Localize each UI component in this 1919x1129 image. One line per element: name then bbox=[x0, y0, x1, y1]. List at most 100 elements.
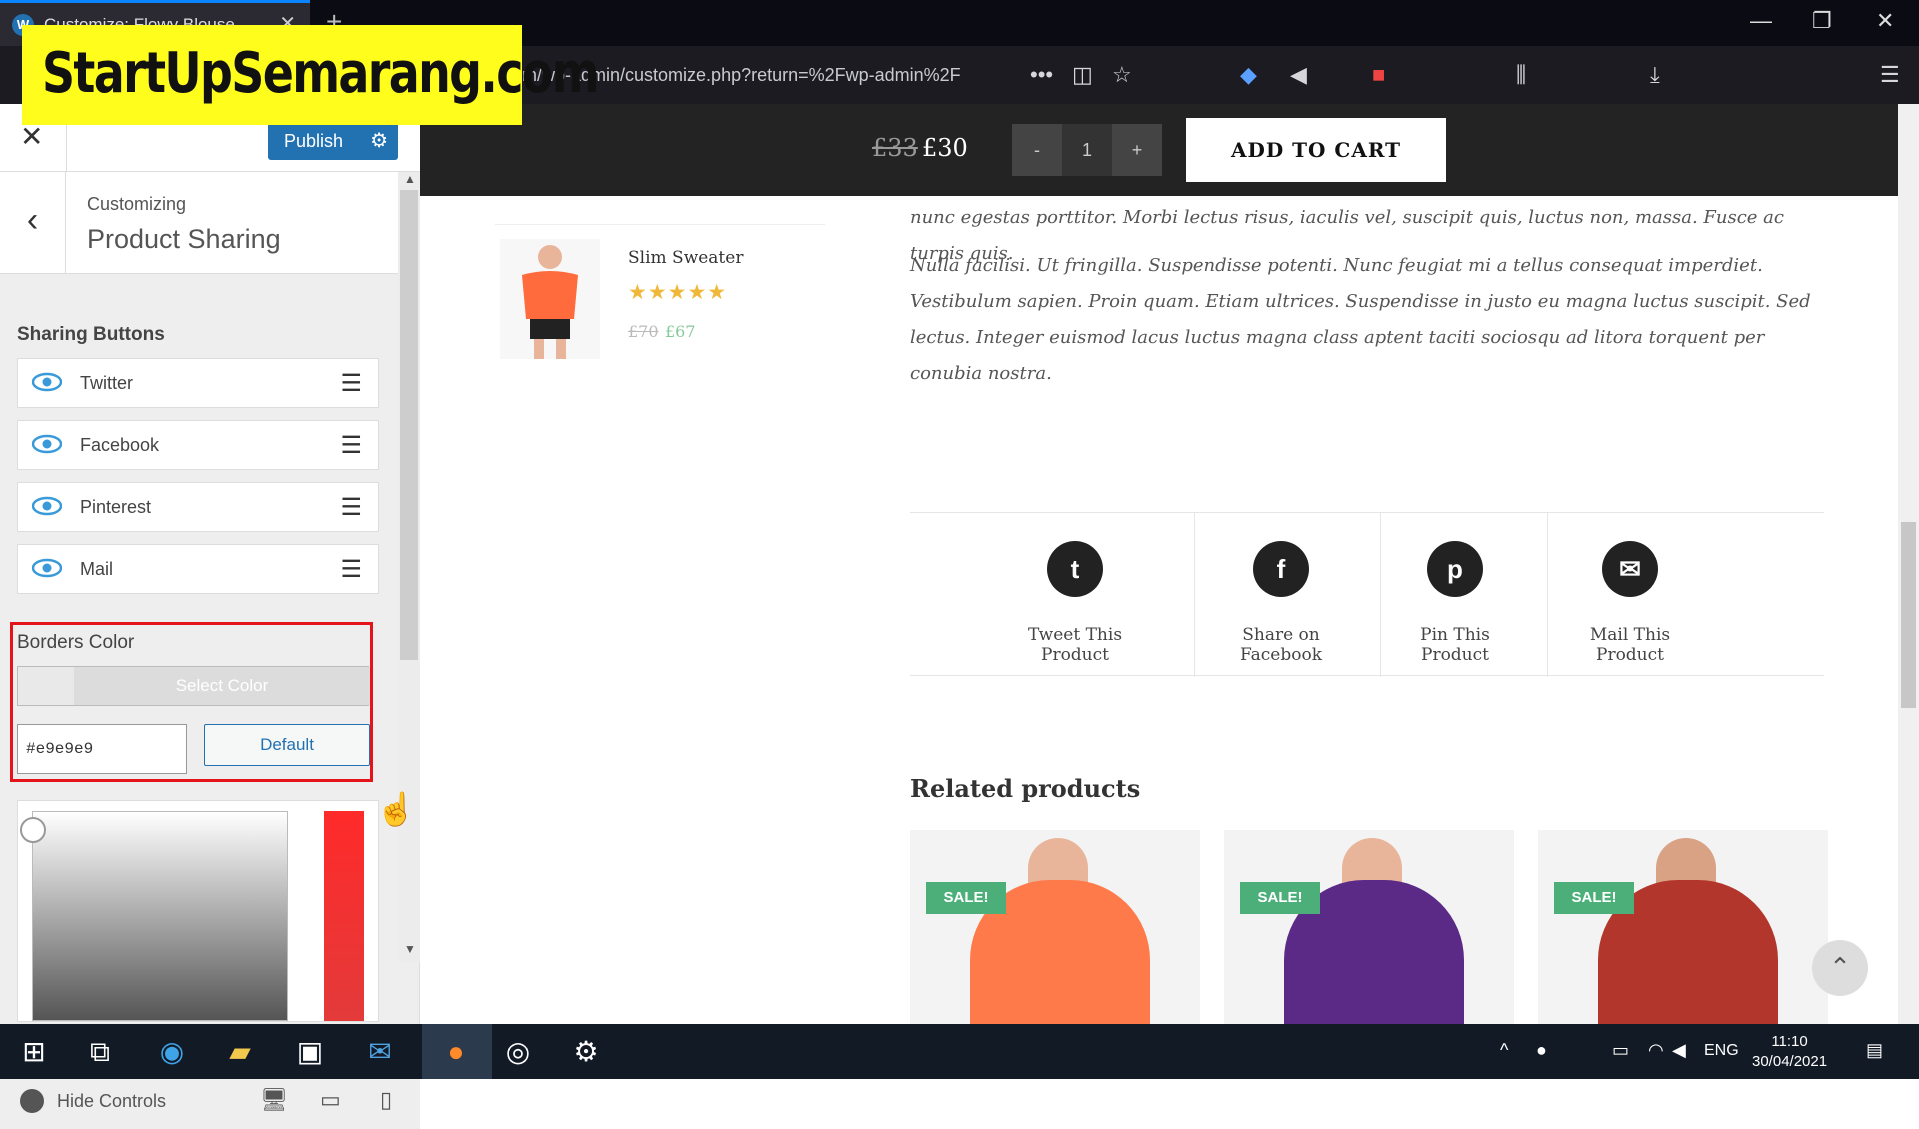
drag-handle-icon[interactable]: ☰ bbox=[340, 555, 362, 584]
facebook-icon[interactable]: f bbox=[1253, 541, 1309, 597]
volume-icon[interactable]: ◀ bbox=[1672, 1040, 1686, 1061]
scrollbar-thumb[interactable] bbox=[1901, 522, 1916, 708]
scroll-down-icon[interactable]: ▼ bbox=[404, 942, 416, 956]
product-thumbnail[interactable] bbox=[500, 239, 600, 359]
default-button[interactable]: Default bbox=[204, 724, 370, 766]
preview-scrollbar[interactable] bbox=[1898, 104, 1919, 1024]
bookmark-star-icon[interactable]: ☆ bbox=[1112, 62, 1132, 88]
task-view-icon[interactable]: ⧉ bbox=[82, 1034, 118, 1070]
speaker-icon[interactable]: ◀ bbox=[1290, 62, 1307, 88]
clock[interactable]: 11:10 30/04/2021 bbox=[1752, 1032, 1827, 1072]
mail-icon[interactable]: ✉ bbox=[362, 1034, 398, 1070]
sale-badge: SALE! bbox=[926, 882, 1006, 914]
drag-handle-icon[interactable]: ☰ bbox=[340, 369, 362, 398]
picker-handle[interactable] bbox=[20, 817, 46, 843]
related-products-heading: Related products bbox=[910, 774, 1141, 803]
sale-badge: SALE! bbox=[1554, 882, 1634, 914]
twitter-icon[interactable]: t bbox=[1047, 541, 1103, 597]
eye-icon[interactable] bbox=[32, 495, 62, 517]
share-label: Pin This Product bbox=[1420, 625, 1490, 665]
gear-icon[interactable]: ⚙ bbox=[370, 122, 388, 160]
share-twitter[interactable]: t Tweet This Product bbox=[1010, 513, 1140, 677]
back-to-top-icon[interactable]: ⌃ bbox=[1812, 940, 1868, 996]
scrollbar-thumb[interactable] bbox=[400, 190, 418, 660]
share-pinterest[interactable]: p Pin This Product bbox=[1390, 513, 1520, 677]
share-label: Tweet This Product bbox=[1027, 625, 1123, 665]
color-swatch[interactable] bbox=[18, 667, 74, 705]
sticky-cart-bar: £33 £30 - 1 + ADD TO CART bbox=[420, 104, 1898, 196]
edge-icon[interactable]: ◉ bbox=[154, 1034, 190, 1070]
quantity-increase-button[interactable]: + bbox=[1112, 124, 1162, 176]
language-indicator[interactable]: ENG bbox=[1704, 1042, 1739, 1060]
settings-gear-icon[interactable]: ⚙ bbox=[568, 1034, 604, 1070]
mail-icon[interactable]: ✉ bbox=[1602, 541, 1658, 597]
drag-handle-icon[interactable]: ☰ bbox=[340, 431, 362, 460]
add-to-cart-button[interactable]: ADD TO CART bbox=[1186, 118, 1446, 182]
library-icon[interactable]: ⫼ bbox=[1516, 62, 1526, 88]
scroll-up-icon[interactable]: ▲ bbox=[404, 172, 416, 186]
related-product-card[interactable]: SALE! bbox=[1224, 830, 1514, 1024]
mobile-preview-icon[interactable]: ▯ bbox=[380, 1087, 392, 1113]
pinterest-icon[interactable]: p bbox=[1427, 541, 1483, 597]
sharing-item-pinterest[interactable]: Pinterest ☰ bbox=[17, 482, 379, 532]
description-paragraph: Nulla facilisi. Ut fringilla. Suspendiss… bbox=[910, 255, 1811, 384]
sharing-item-facebook[interactable]: Facebook ☰ bbox=[17, 420, 379, 470]
color-picker[interactable] bbox=[17, 800, 379, 1022]
extension-icon[interactable]: ◆ bbox=[1240, 62, 1257, 88]
chevron-up-icon[interactable]: ^ bbox=[1500, 1040, 1508, 1061]
sharing-item-label: Pinterest bbox=[80, 497, 152, 517]
rating-stars: ★★★★★ bbox=[628, 281, 728, 304]
restore-icon[interactable]: ❐ bbox=[1812, 8, 1832, 34]
eye-icon[interactable] bbox=[32, 371, 62, 393]
quantity-input[interactable]: 1 bbox=[1062, 124, 1112, 176]
product-name[interactable]: Slim Sweater bbox=[628, 248, 743, 268]
collapse-icon[interactable] bbox=[20, 1089, 44, 1113]
publish-button[interactable]: Publish ⚙ bbox=[268, 122, 398, 160]
hamburger-menu-icon[interactable]: ☰ bbox=[1880, 62, 1900, 88]
share-mail[interactable]: ✉ Mail This Product bbox=[1560, 513, 1700, 677]
pocket-icon[interactable]: ◫ bbox=[1072, 62, 1093, 88]
file-explorer-icon[interactable]: ▰ bbox=[222, 1034, 258, 1070]
saturation-area[interactable] bbox=[32, 811, 288, 1021]
page-actions-icon[interactable]: ••• bbox=[1030, 62, 1053, 88]
share-label: Mail This Product bbox=[1589, 625, 1671, 665]
sale-badge: SALE! bbox=[1240, 882, 1320, 914]
obs-icon[interactable]: ◎ bbox=[500, 1034, 536, 1070]
battery-icon[interactable]: ▭ bbox=[1612, 1040, 1629, 1061]
firefox-icon[interactable]: ● bbox=[438, 1034, 474, 1070]
download-icon[interactable]: ⤓ bbox=[1650, 62, 1660, 88]
share-label: Share on Facebook bbox=[1239, 625, 1322, 665]
sidebar-scrollbar[interactable]: ▲ ▼ bbox=[398, 172, 420, 962]
sharing-item-mail[interactable]: Mail ☰ bbox=[17, 544, 379, 594]
tablet-preview-icon[interactable]: ▭ bbox=[320, 1087, 341, 1113]
related-product-card[interactable]: SALE! bbox=[910, 830, 1200, 1024]
sharing-item-label: Twitter bbox=[80, 373, 134, 393]
customizer-sidebar: ✕ Publish ⚙ ‹ Customizing Product Sharin… bbox=[0, 104, 420, 1129]
clock-date: 30/04/2021 bbox=[1752, 1053, 1828, 1070]
sharing-item-twitter[interactable]: Twitter ☰ bbox=[17, 358, 379, 408]
select-color-button[interactable]: Select Color bbox=[17, 666, 370, 706]
price-old: £33 bbox=[872, 134, 918, 162]
store-icon[interactable]: ▣ bbox=[292, 1034, 328, 1070]
wifi-icon[interactable]: ◠ bbox=[1648, 1040, 1664, 1061]
drag-handle-icon[interactable]: ☰ bbox=[340, 493, 362, 522]
quantity-decrease-button[interactable]: - bbox=[1012, 124, 1062, 176]
extension-icon[interactable]: ■ bbox=[1372, 62, 1385, 88]
eye-icon[interactable] bbox=[32, 557, 62, 579]
hex-color-input[interactable] bbox=[17, 724, 187, 774]
related-product-card[interactable]: SALE! bbox=[1538, 830, 1828, 1024]
eye-icon[interactable] bbox=[32, 433, 62, 455]
notifications-icon[interactable]: ▤ bbox=[1866, 1040, 1883, 1061]
microphone-icon[interactable]: ● bbox=[1536, 1040, 1547, 1061]
hide-controls-button[interactable]: Hide Controls bbox=[57, 1091, 166, 1112]
share-facebook[interactable]: f Share on Facebook bbox=[1206, 513, 1356, 677]
divider bbox=[1547, 513, 1548, 677]
start-icon[interactable]: ⊞ bbox=[16, 1034, 52, 1070]
window-close-icon[interactable]: ✕ bbox=[1876, 8, 1894, 34]
back-chevron-icon[interactable]: ‹ bbox=[0, 172, 66, 274]
minimize-icon[interactable]: — bbox=[1750, 8, 1772, 34]
desktop-preview-icon[interactable]: 🖥 bbox=[260, 1087, 288, 1113]
divider bbox=[1380, 513, 1381, 677]
hue-slider[interactable] bbox=[324, 811, 364, 1021]
price-new: £30 bbox=[922, 134, 968, 162]
